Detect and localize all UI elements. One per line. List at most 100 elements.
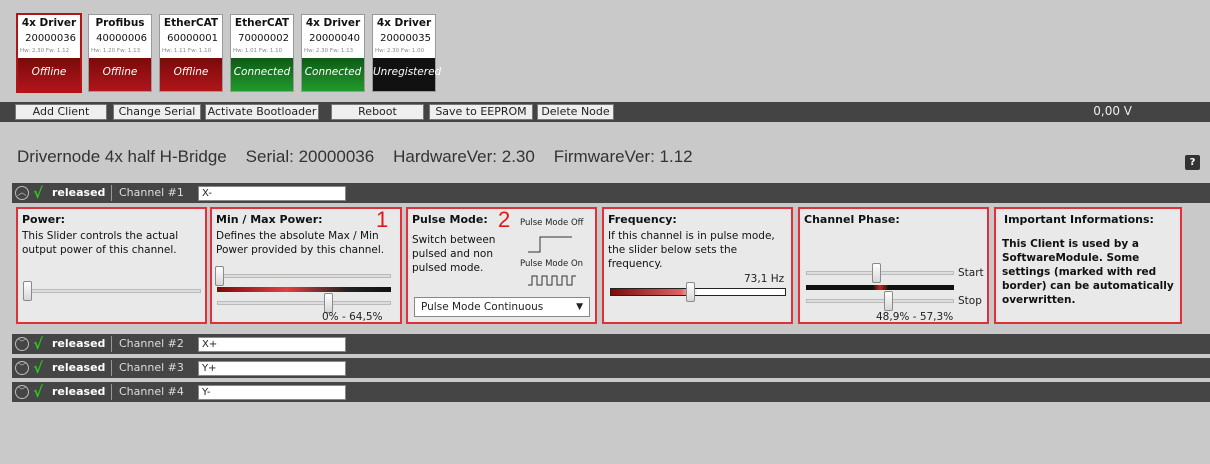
channel-name-input[interactable]: X+ <box>198 337 346 352</box>
minmax-range-value: 0% - 64,5% <box>322 311 383 323</box>
divider <box>111 384 112 400</box>
node-title: 4x Driver <box>376 17 432 29</box>
max-slider-thumb[interactable] <box>324 293 333 313</box>
channel-name: Channel #3 <box>119 361 184 374</box>
minmax-description: Defines the absolute Max / Min Power pro… <box>216 230 385 256</box>
pulse-off-icon <box>528 236 572 253</box>
frequency-title: Frequency: <box>608 213 677 226</box>
phase-title: Channel Phase: <box>804 213 900 226</box>
node-tile[interactable]: EtherCAT 70000002 Hw: 1.01 Fw: 1.10 Conn… <box>230 14 294 92</box>
pulse-mode-select[interactable]: Pulse Mode Continuous ▼ <box>414 297 590 317</box>
node-tile[interactable]: 4x Driver 20000040 Hw: 2.30 Fw: 1.13 Con… <box>301 14 365 92</box>
power-description: This Slider controls the actual output p… <box>22 230 179 256</box>
frequency-slider-thumb[interactable] <box>686 282 695 302</box>
node-status: Connected <box>302 58 364 91</box>
phase-stop-track[interactable] <box>806 299 954 303</box>
channel-name: Channel #4 <box>119 385 184 398</box>
node-serial: 20000035 <box>380 33 431 44</box>
node-title: 4x Driver <box>305 17 361 29</box>
divider <box>111 360 112 376</box>
pulse-mode-selected: Pulse Mode Continuous <box>421 301 544 313</box>
channel-name-input[interactable]: X- <box>198 186 346 201</box>
channel-state: released <box>52 361 106 374</box>
info-panel: Important Informations: This Client is u… <box>994 207 1182 324</box>
activate-bootloader-button[interactable]: Activate Bootloader <box>205 104 319 120</box>
channel-name-input[interactable]: Y- <box>198 385 346 400</box>
pulse-title: Pulse Mode: <box>412 213 488 226</box>
phase-stop-thumb[interactable] <box>884 291 893 311</box>
expand-icon[interactable]: ﹀ <box>15 361 29 375</box>
frequency-panel: Frequency: If this channel is in pulse m… <box>602 207 793 324</box>
node-serial: 70000002 <box>238 33 289 44</box>
check-icon: √ <box>33 359 44 377</box>
node-title: EtherCAT <box>234 17 290 29</box>
power-range-bar <box>217 287 391 292</box>
marker-2: 2 <box>498 207 511 232</box>
max-slider-track[interactable] <box>217 301 391 305</box>
node-version: Hw: 2.30 Fw: 1.13 <box>304 48 354 54</box>
marker-1: 1 <box>376 207 389 232</box>
info-text: This Client is used by a SoftwareModule.… <box>1002 238 1174 306</box>
node-version: Hw: 2.30 Fw: 1.00 <box>375 48 425 54</box>
node-title: Profibus <box>95 17 145 29</box>
node-serial: 60000001 <box>167 33 218 44</box>
node-serial: 40000006 <box>96 33 147 44</box>
min-slider-track[interactable] <box>217 274 391 278</box>
channel-name: Channel #1 <box>119 186 184 199</box>
minmax-title: Min / Max Power: <box>216 213 323 226</box>
toolbar: Add Client Change Serial Activate Bootlo… <box>0 102 1210 122</box>
minmax-panel: Min / Max Power: Defines the absolute Ma… <box>210 207 402 324</box>
node-version: Hw: 2.30 Fw: 1.12 <box>20 48 70 54</box>
node-status: Connected <box>231 58 293 91</box>
save-eeprom-button[interactable]: Save to EEPROM <box>429 104 533 120</box>
node-serial: 20000040 <box>309 33 360 44</box>
add-client-button[interactable]: Add Client <box>15 104 107 120</box>
node-status: Unregistered <box>373 58 441 91</box>
node-title: 4x Driver <box>21 17 77 29</box>
channel-bar: ︿ √ released Channel #1 X- <box>12 183 1210 203</box>
node-status: Offline <box>160 58 222 91</box>
power-slider-thumb[interactable] <box>23 281 32 301</box>
delete-node-button[interactable]: Delete Node <box>537 104 614 120</box>
node-version: Hw: 1.01 Fw: 1.10 <box>233 48 283 54</box>
frequency-description: If this channel is in pulse mode, the sl… <box>608 230 775 270</box>
node-title: EtherCAT <box>163 17 219 29</box>
check-icon: √ <box>33 184 44 202</box>
divider <box>111 185 112 201</box>
channel-name: Channel #2 <box>119 337 184 350</box>
phase-range-bar <box>806 285 954 290</box>
power-title: Power: <box>22 213 66 226</box>
collapse-icon[interactable]: ︿ <box>15 186 29 200</box>
phase-panel: Channel Phase: Start Stop 48,9% - 57,3% <box>798 207 989 324</box>
power-slider-track[interactable] <box>23 289 201 293</box>
channel-bar: ﹀ √ released Channel #2 X+ <box>12 334 1210 354</box>
phase-start-label: Start <box>958 267 984 279</box>
voltage-readout: 0,00 V <box>1093 104 1132 118</box>
channel-bar: ﹀ √ released Channel #4 Y- <box>12 382 1210 402</box>
node-tile[interactable]: Profibus 40000006 Hw: 1.20 Fw: 1.13 Offl… <box>88 14 152 92</box>
node-tile[interactable]: EtherCAT 60000001 Hw: 1.11 Fw: 1.10 Offl… <box>159 14 223 92</box>
expand-icon[interactable]: ﹀ <box>15 385 29 399</box>
min-slider-thumb[interactable] <box>215 266 224 286</box>
node-status: Offline <box>89 58 151 91</box>
pulse-on-label: Pulse Mode On <box>520 259 584 269</box>
change-serial-button[interactable]: Change Serial <box>113 104 201 120</box>
node-serial: 20000036 <box>25 33 76 44</box>
node-tile[interactable]: 4x Driver 20000036 Hw: 2.30 Fw: 1.12 Off… <box>16 13 82 93</box>
info-title: Important Informations: <box>1004 213 1154 226</box>
channel-state: released <box>52 186 106 199</box>
channel-bar: ﹀ √ released Channel #3 Y+ <box>12 358 1210 378</box>
page-title: Drivernode 4x half H-Bridge Serial: 2000… <box>17 147 693 166</box>
expand-icon[interactable]: ﹀ <box>15 337 29 351</box>
help-button[interactable]: ? <box>1185 155 1200 170</box>
channel-name-input[interactable]: Y+ <box>198 361 346 376</box>
pulse-off-label: Pulse Mode Off <box>520 218 584 228</box>
divider <box>111 336 112 352</box>
frequency-slider-track[interactable] <box>610 288 786 296</box>
node-tile[interactable]: 4x Driver 20000035 Hw: 2.30 Fw: 1.00 Unr… <box>372 14 441 92</box>
pulse-mode-panel: Pulse Mode: 2 Switch between pulsed and … <box>406 207 597 324</box>
phase-start-thumb[interactable] <box>872 263 881 283</box>
phase-stop-label: Stop <box>958 295 982 307</box>
reboot-button[interactable]: Reboot <box>331 104 424 120</box>
check-icon: √ <box>33 383 44 401</box>
